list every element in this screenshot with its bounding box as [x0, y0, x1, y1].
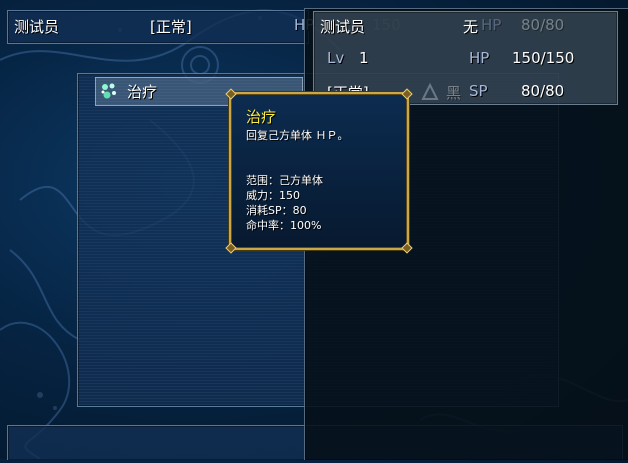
- status-hp-value: 150/150: [512, 49, 575, 67]
- status-hp-label: HP: [469, 49, 490, 67]
- status-class-name: 无: [463, 18, 479, 36]
- status-actor-name: 测试员: [320, 18, 366, 36]
- top-actor-name: 测试员: [14, 18, 60, 36]
- tooltip-hit-rate: 命中率：100%: [246, 219, 322, 232]
- status-sp-label: SP: [469, 82, 488, 100]
- tooltip-power: 威力：150: [246, 189, 300, 202]
- sparkle-heal-icon: [99, 81, 119, 101]
- status-faded-sp-value: 80/80: [521, 16, 565, 34]
- element-icon: [420, 82, 440, 102]
- status-sp-value: 80/80: [521, 82, 565, 100]
- skill-item-label: 治疗: [127, 83, 158, 101]
- tooltip-description: 回复己方单体 ＨＰ。: [246, 129, 349, 142]
- status-faded-hp-label: HP: [481, 16, 502, 34]
- status-level-value: 1: [359, 49, 369, 67]
- tooltip-title: 治疗: [246, 108, 277, 126]
- tooltip-range: 范围：己方单体: [246, 174, 323, 187]
- status-level-label: Lv: [327, 49, 345, 67]
- skill-tooltip: 治疗 回复己方单体 ＨＰ。 范围：己方单体 威力：150 消耗SP：80 命中率…: [225, 88, 413, 254]
- tooltip-sp-cost: 消耗SP：80: [246, 204, 307, 217]
- status-faded-label: 黑: [446, 84, 462, 102]
- top-actor-state: [正常]: [150, 18, 192, 36]
